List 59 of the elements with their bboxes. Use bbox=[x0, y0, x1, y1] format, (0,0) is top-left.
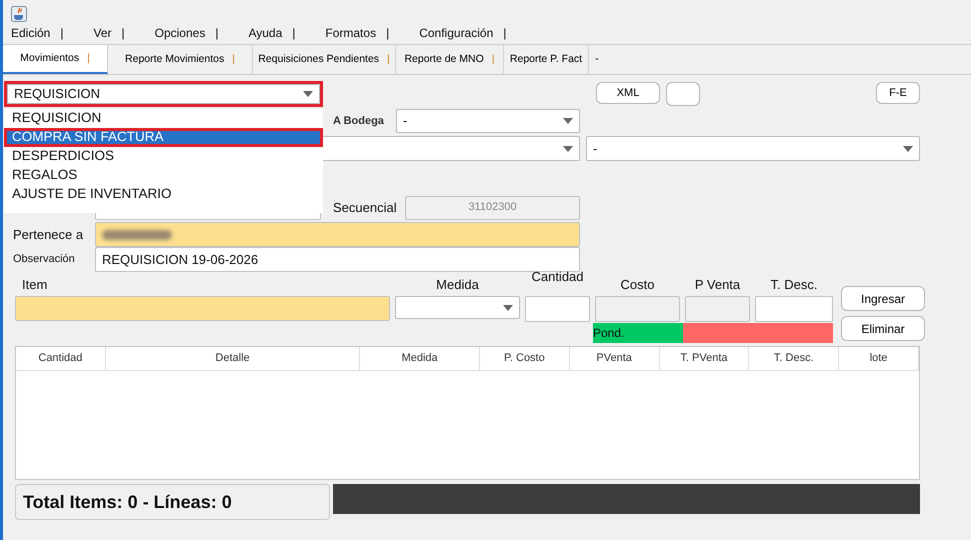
dropdown-option[interactable]: COMPRA SIN FACTURA bbox=[4, 128, 323, 147]
menu-separator: | bbox=[386, 25, 390, 42]
caret-icon bbox=[563, 146, 573, 152]
text-field[interactable] bbox=[95, 222, 580, 247]
field-label: Observación bbox=[13, 252, 76, 268]
dropdown[interactable] bbox=[395, 296, 520, 319]
status-indicator: Pond. bbox=[593, 323, 683, 343]
dropdown[interactable]: - bbox=[586, 136, 920, 161]
java-app-icon bbox=[11, 6, 27, 22]
field-label: Costo bbox=[620, 277, 654, 292]
total-summary: Total Items: 0 - Líneas: 0 bbox=[15, 484, 330, 520]
dropdown[interactable]: - bbox=[396, 109, 580, 133]
column-header[interactable]: Detalle bbox=[106, 347, 360, 370]
dropdown-option[interactable]: REQUISICION bbox=[4, 109, 323, 128]
field-label: Cantidad bbox=[531, 269, 584, 284]
toolbar-button[interactable]: F-E bbox=[876, 82, 920, 104]
caret-icon bbox=[563, 118, 573, 124]
blank-button[interactable] bbox=[666, 82, 700, 106]
action-button[interactable]: Ingresar bbox=[841, 286, 925, 311]
column-header[interactable]: P. Costo bbox=[480, 347, 570, 370]
field-label: A Bodega bbox=[333, 114, 385, 129]
column-header[interactable]: lote bbox=[839, 347, 919, 370]
menu-separator: | bbox=[60, 25, 64, 42]
field-label: Secuencial bbox=[333, 198, 398, 217]
menu-item[interactable]: Formatos bbox=[325, 24, 376, 42]
menu-item[interactable]: Ayuda bbox=[248, 24, 282, 42]
field-label: Item bbox=[22, 277, 48, 292]
toolbar-button[interactable]: XML bbox=[596, 82, 660, 104]
menu-separator: | bbox=[503, 25, 506, 42]
menu-item[interactable]: Ver bbox=[93, 24, 112, 42]
dropdown-option[interactable]: REGALOS bbox=[4, 166, 323, 185]
column-header[interactable]: PVenta bbox=[570, 347, 660, 370]
column-header[interactable]: T. PVenta bbox=[660, 347, 750, 370]
dropdown[interactable]: REQUISICION bbox=[7, 84, 320, 104]
caret-icon bbox=[903, 146, 913, 152]
caret-icon bbox=[303, 91, 313, 97]
dropdown-option[interactable]: AJUSTE DE INVENTARIO bbox=[4, 185, 323, 204]
menu-separator: | bbox=[122, 25, 125, 42]
caret-icon bbox=[503, 304, 513, 310]
field-label: Pertenece a bbox=[13, 226, 84, 244]
menu-item[interactable]: Configuración bbox=[419, 24, 494, 42]
menu-separator: | bbox=[215, 25, 218, 42]
action-button[interactable]: Eliminar bbox=[841, 316, 925, 341]
field-label: P Venta bbox=[694, 277, 740, 292]
dropdown-option[interactable]: DESPERDICIOS bbox=[4, 147, 323, 166]
menu-item[interactable]: Edición bbox=[11, 24, 50, 42]
menu-separator: | bbox=[292, 25, 296, 42]
text-field[interactable] bbox=[15, 296, 390, 321]
column-header[interactable]: T. Desc. bbox=[749, 347, 840, 370]
menu-item[interactable]: Opciones bbox=[154, 24, 206, 42]
tab[interactable]: Movimientos | bbox=[3, 45, 108, 74]
field-label: Medida bbox=[436, 277, 479, 292]
column-header[interactable]: Medida bbox=[360, 347, 480, 370]
text-field[interactable] bbox=[755, 296, 833, 322]
tab-trailer: - bbox=[595, 52, 599, 68]
field-label: T. Desc. bbox=[770, 277, 818, 292]
text-field[interactable] bbox=[525, 296, 590, 322]
text-field[interactable]: REQUISICION 19-06-2026 bbox=[95, 247, 580, 272]
column-header[interactable]: Cantidad bbox=[16, 347, 106, 370]
